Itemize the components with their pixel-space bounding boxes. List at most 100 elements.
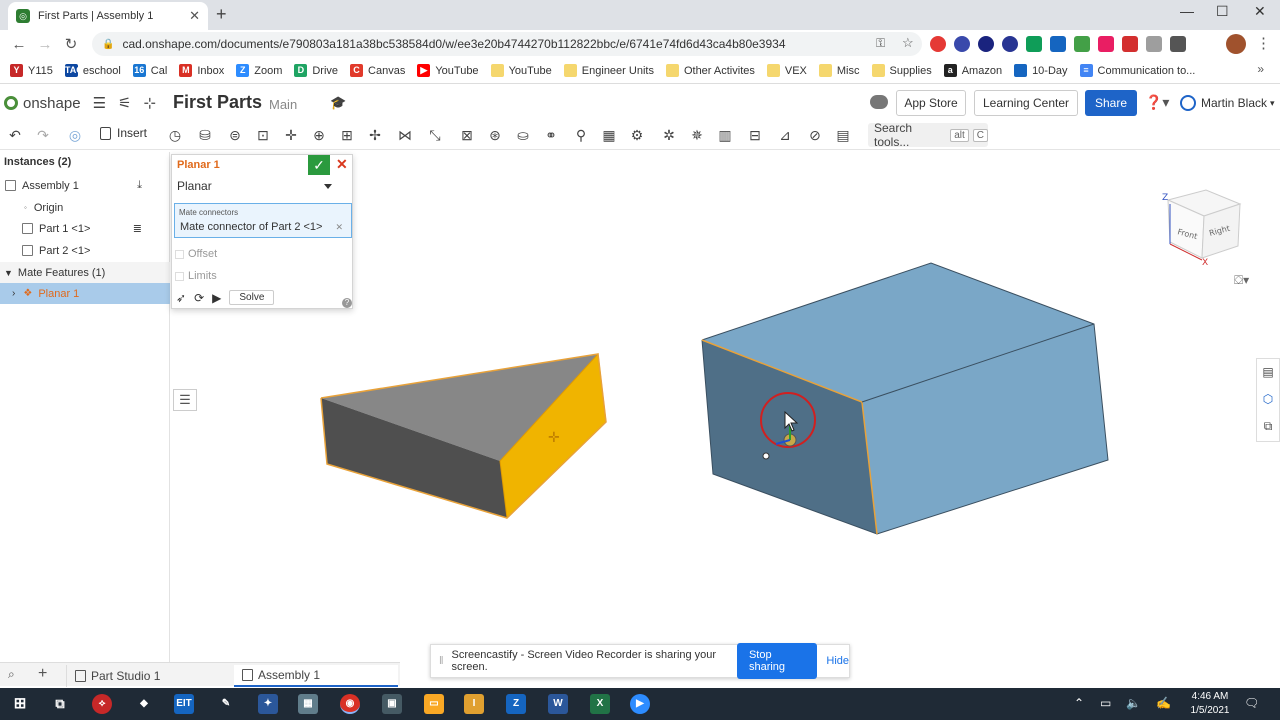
- bookmark-item[interactable]: Y Y115: [10, 64, 53, 77]
- chevron-up-icon[interactable]: ⌃: [1074, 696, 1084, 710]
- rack-pinion-icon[interactable]: ✲: [660, 126, 678, 144]
- slider-mate-icon[interactable]: ⊕: [310, 126, 328, 144]
- app-icon[interactable]: ▣: [382, 694, 402, 714]
- volume-icon[interactable]: 🔈: [1126, 696, 1141, 710]
- app-icon[interactable]: ✦: [258, 694, 278, 714]
- properties-icon[interactable]: ▤: [1261, 365, 1275, 379]
- close-tab-icon[interactable]: ✕: [189, 8, 200, 24]
- relation-icon[interactable]: ⚭: [542, 126, 560, 144]
- key-icon[interactable]: ⚿: [876, 36, 885, 51]
- plus-branch-icon[interactable]: ⊹: [143, 94, 156, 112]
- bookmark-item[interactable]: VEX: [766, 64, 807, 77]
- redo-icon[interactable]: ↷: [34, 126, 52, 144]
- bookmark-item[interactable]: D Drive: [294, 64, 338, 77]
- mate-type-select[interactable]: Planar: [177, 179, 332, 197]
- bookmark-item[interactable]: Supplies: [871, 64, 932, 77]
- help-icon[interactable]: ❓▾: [1145, 94, 1169, 111]
- instance-row-origin[interactable]: ◦ Origin: [0, 197, 170, 218]
- star-icon[interactable]: ☆: [902, 35, 914, 51]
- group-icon[interactable]: ⊜: [226, 126, 244, 144]
- chevron-down-icon[interactable]: ▼: [4, 268, 13, 278]
- cast-icon[interactable]: [1146, 36, 1162, 52]
- shield-icon[interactable]: [978, 36, 994, 52]
- search-tools-input[interactable]: Search tools... alt C: [868, 121, 988, 149]
- app-icon[interactable]: ⟡: [92, 694, 112, 714]
- bookmark-item[interactable]: YouTube: [490, 64, 552, 77]
- accept-check-icon[interactable]: ✓: [308, 155, 330, 175]
- reorient-icon[interactable]: ⟳: [194, 291, 204, 305]
- excel-icon[interactable]: X: [590, 694, 610, 714]
- flip-axis-icon[interactable]: ➶: [176, 291, 186, 305]
- cancel-x-icon[interactable]: ✕: [336, 156, 348, 173]
- mate-row-planar1[interactable]: › ❖ Planar 1: [0, 283, 170, 304]
- pen-icon[interactable]: ✍: [1156, 696, 1171, 710]
- mate-features-folder[interactable]: ▼ Mate Features (1): [0, 262, 170, 283]
- revolute-mate-icon[interactable]: ✛: [282, 126, 300, 144]
- bookmark-item[interactable]: 10-Day: [1014, 64, 1068, 77]
- mate-connectors-field[interactable]: Mate connectors Mate connector of Part 2…: [174, 203, 352, 238]
- add-tab-icon[interactable]: +: [38, 665, 47, 683]
- hide-banner-link[interactable]: Hide: [826, 655, 849, 667]
- bookmark-item[interactable]: Other Activites: [665, 64, 755, 77]
- app-icon[interactable]: ✎: [216, 694, 236, 714]
- calculator-icon[interactable]: ▦: [298, 694, 318, 714]
- regenerate-icon[interactable]: ◎: [66, 126, 84, 144]
- mate-connectors-list-icon[interactable]: ⧉: [1261, 419, 1275, 433]
- onshape-logo[interactable]: onshape: [4, 95, 81, 112]
- instance-row-assembly[interactable]: Assembly 1 ⤓: [0, 175, 170, 196]
- bookmark-item[interactable]: ▶ YouTube: [417, 64, 479, 77]
- grid-pattern-icon[interactable]: ▦: [600, 126, 618, 144]
- insert-button[interactable]: Insert: [100, 126, 147, 140]
- explode-icon[interactable]: ▤: [834, 126, 852, 144]
- bookmarks-more[interactable]: »: [1257, 62, 1264, 76]
- search-tabs-icon[interactable]: ⌕: [8, 667, 15, 682]
- browser-tab[interactable]: ◎ First Parts | Assembly 1 ✕: [8, 2, 208, 30]
- pin-slot-mate-icon[interactable]: ⋈: [396, 126, 414, 144]
- clear-selection-icon[interactable]: ✕: [335, 222, 343, 233]
- zoom-icon[interactable]: ▶: [630, 694, 650, 714]
- bookmark-item[interactable]: M Inbox: [179, 64, 224, 77]
- workspace-tree-icon[interactable]: ⚟: [118, 94, 131, 112]
- puzzle-icon[interactable]: [1170, 36, 1186, 52]
- graduation-cap-icon[interactable]: 🎓: [330, 95, 346, 111]
- mate-connector-icon[interactable]: ⚲: [572, 126, 590, 144]
- extension-icon[interactable]: [1074, 36, 1090, 52]
- close-window-icon[interactable]: ✕: [1254, 3, 1266, 20]
- bookmark-item[interactable]: 16 Cal: [132, 64, 167, 77]
- url-field[interactable]: 🔒 cad.onshape.com/documents/e790803a181a…: [92, 32, 922, 56]
- part-2-block[interactable]: [701, 262, 1109, 535]
- file-explorer-icon[interactable]: ▭: [424, 694, 444, 714]
- replicate-icon[interactable]: ⊟: [746, 126, 764, 144]
- windows-start-icon[interactable]: ⊞: [10, 694, 30, 714]
- solve-button[interactable]: Solve: [229, 290, 275, 305]
- undo-icon[interactable]: ↶: [6, 126, 24, 144]
- new-tab-icon[interactable]: +: [216, 4, 227, 25]
- bookmark-item[interactable]: TAC eschool: [64, 64, 121, 77]
- word-icon[interactable]: W: [548, 694, 568, 714]
- share-button[interactable]: Share: [1085, 90, 1137, 116]
- ball-mate-icon[interactable]: ⤡: [426, 126, 444, 144]
- forward-icon[interactable]: →: [32, 36, 58, 53]
- appearance-icon[interactable]: ⬡: [1261, 392, 1275, 406]
- chevron-right-icon[interactable]: ›: [12, 288, 15, 299]
- user-menu[interactable]: Martin Black ▾: [1180, 95, 1275, 111]
- learning-center-button[interactable]: Learning Center: [974, 90, 1078, 116]
- app-icon[interactable]: I: [464, 694, 484, 714]
- screw-relation-icon[interactable]: ✵: [688, 126, 706, 144]
- view-cube[interactable]: Front Right Z X ⛋▾: [1162, 189, 1249, 287]
- comment-icon[interactable]: [870, 95, 888, 109]
- stop-sharing-button[interactable]: Stop sharing: [736, 643, 818, 679]
- clock[interactable]: 4:46 AM 1/5/2021: [1188, 690, 1232, 718]
- parallel-mate-icon[interactable]: ⊠: [458, 126, 476, 144]
- app-store-button[interactable]: App Store: [896, 90, 966, 116]
- minimize-icon[interactable]: —: [1180, 3, 1194, 19]
- animate-play-icon[interactable]: ▶: [212, 291, 221, 305]
- back-icon[interactable]: ←: [6, 36, 32, 53]
- tab-part-studio-1[interactable]: Part Studio 1: [66, 665, 230, 687]
- limits-checkbox[interactable]: Limits: [175, 270, 217, 282]
- linear-relation-icon[interactable]: ▥: [716, 126, 734, 144]
- task-view-icon[interactable]: ⧉: [50, 694, 70, 714]
- tab-assembly-1[interactable]: Assembly 1: [234, 665, 398, 687]
- width-mate-icon[interactable]: ⛀: [514, 126, 532, 144]
- import-icon[interactable]: ⤓: [137, 179, 142, 192]
